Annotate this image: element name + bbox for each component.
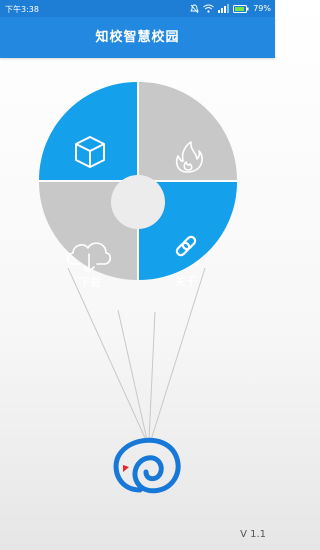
balloon-menu: 功能 热门 下载 关于 xyxy=(39,82,237,494)
status-time: 下午3:38 xyxy=(5,5,39,14)
battery-icon xyxy=(233,4,249,13)
mute-icon xyxy=(190,4,199,13)
status-icons: 79% xyxy=(190,3,271,14)
menu-label-about: 关于 xyxy=(175,274,197,288)
app-logo xyxy=(113,437,181,494)
battery-percent: 79% xyxy=(253,4,271,13)
menu-item-popular[interactable]: 热门 xyxy=(139,82,237,196)
balloon-strings xyxy=(67,267,206,441)
wifi-icon xyxy=(203,4,215,13)
menu-label-download: 下载 xyxy=(79,276,101,289)
balloon-center xyxy=(111,175,165,229)
signal-icon xyxy=(218,4,230,13)
status-bar: 下午3:38 79% xyxy=(0,0,275,17)
page-title: 知校智慧校园 xyxy=(95,30,180,45)
app-header: 知校智慧校园 xyxy=(0,17,275,58)
version-label: V 1.1 xyxy=(240,529,266,540)
